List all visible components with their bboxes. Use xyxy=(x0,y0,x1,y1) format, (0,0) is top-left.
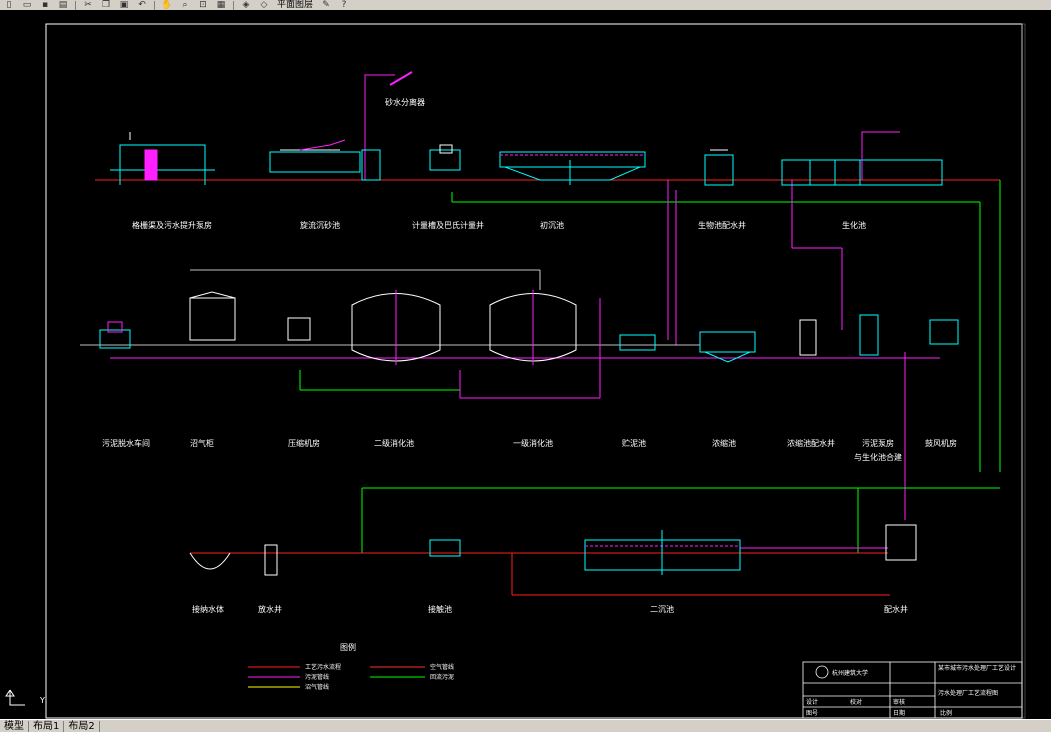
drawing-labels: 格栅渠及污水提升泵房 旋流沉砂池 计量槽及巴氏计量井 初沉池 生物池配水井 生化池 砂水分离… xyxy=(102,97,957,614)
zoom-icon[interactable]: ⌕ xyxy=(178,0,192,10)
layout-tab-1[interactable]: 布局1 xyxy=(29,721,65,732)
row2-structures xyxy=(99,290,959,365)
titleblock-school: 杭州建筑大学 xyxy=(832,669,868,677)
titleblock-project: 某市城市污水处理厂工艺设计 xyxy=(938,664,1016,672)
toolbar-separator xyxy=(75,0,76,10)
row3-label: 接纳水体 xyxy=(192,604,224,614)
titleblock-cell-date: 日期 xyxy=(893,709,905,717)
row1-label: 生物池配水井 xyxy=(698,220,746,230)
row2-label: 鼓风机房 xyxy=(925,438,957,448)
undo-icon[interactable]: ↶ xyxy=(135,0,149,10)
pan-icon[interactable]: ✋ xyxy=(160,0,174,10)
legend-item-air: 空气管线 xyxy=(430,663,454,671)
row1-label: 旋流沉砂池 xyxy=(300,220,340,230)
legend-item-sludge: 污泥管线 xyxy=(305,673,329,681)
titleblock-cell-review: 审核 xyxy=(893,698,905,706)
legend-item-gas: 沼气管线 xyxy=(305,683,329,691)
row2-label: 一级消化池 xyxy=(513,438,553,448)
row3-process-line xyxy=(190,487,1000,596)
row2-label: 污泥泵房 xyxy=(862,438,894,448)
cut-icon[interactable]: ✂ xyxy=(81,0,95,10)
row1-label: 格栅渠及污水提升泵房 xyxy=(132,220,212,230)
match-icon[interactable]: ✎ xyxy=(319,0,333,10)
layers-icon[interactable]: ◈ xyxy=(239,0,253,10)
toolbar-separator xyxy=(233,0,234,10)
row2-label: 污泥脱水车间 xyxy=(102,438,150,448)
copy-icon[interactable]: ❐ xyxy=(99,0,113,10)
titleblock-cell-design: 设计 xyxy=(806,698,818,706)
save-icon[interactable]: ▪ xyxy=(38,0,52,10)
row2-label: 浓缩池配水井 xyxy=(787,438,835,448)
row1-process-line xyxy=(95,179,1001,520)
layout-tabs-bar: 模型 布局1 布局2 xyxy=(0,719,1051,732)
row2-label: 浓缩池 xyxy=(712,438,736,448)
row2-sub-label: 与生化池合建 xyxy=(854,452,902,462)
zoom-window-icon[interactable]: ⊡ xyxy=(196,0,210,10)
layer-state-icon[interactable]: ◇ xyxy=(257,0,271,10)
row3-label: 二沉池 xyxy=(650,604,674,614)
row1-structures xyxy=(110,71,943,186)
layout-tab-0[interactable]: 模型 xyxy=(0,721,29,732)
titleblock-cell-scale: 比例 xyxy=(940,709,952,717)
properties-icon[interactable]: ▦ xyxy=(214,0,228,10)
paste-icon[interactable]: ▣ xyxy=(117,0,131,10)
row2-process-line xyxy=(80,269,940,399)
print-icon[interactable]: ▤ xyxy=(56,0,70,10)
row3-label: 接触池 xyxy=(428,604,452,614)
ucs-icon: Y xyxy=(5,689,45,706)
legend-item-return: 回流污泥 xyxy=(430,673,454,681)
row3-label: 放水井 xyxy=(258,604,282,614)
process-flow-drawing: 格栅渠及污水提升泵房 旋流沉砂池 计量槽及巴氏计量井 初沉池 生物池配水井 生化池 砂水分离… xyxy=(5,23,1026,719)
help-icon[interactable]: ? xyxy=(337,0,351,10)
layout-tab-2[interactable]: 布局2 xyxy=(64,721,100,732)
cad-drawing-canvas[interactable]: 格栅渠及污水提升泵房 旋流沉砂池 计量槽及巴氏计量井 初沉池 生物池配水井 生化池 砂水分离… xyxy=(0,10,1051,719)
open-icon[interactable]: ▭ xyxy=(20,0,34,10)
row2-label: 沼气柜 xyxy=(190,438,214,448)
titleblock-cell-check: 校对 xyxy=(850,698,862,706)
ucs-label: Y xyxy=(39,696,45,705)
layer-dropdown[interactable]: 平面图层 xyxy=(277,0,313,10)
row2-label: 压缩机房 xyxy=(288,438,320,448)
sand-separator-label: 砂水分离器 xyxy=(385,97,425,107)
titleblock-sheet: 污水处理厂工艺流程图 xyxy=(938,689,998,697)
toolbar-separator xyxy=(154,0,155,10)
row1-label: 生化池 xyxy=(842,220,866,230)
legend: 图例 工艺污水流程 污泥管线 沼气管线 空气管线 回流污泥 xyxy=(248,642,454,691)
titleblock-cell-drawing-no: 图号 xyxy=(806,710,818,717)
legend-item-sewage: 工艺污水流程 xyxy=(305,663,341,671)
new-icon[interactable]: ▯ xyxy=(2,0,16,10)
title-block: 杭州建筑大学 某市城市污水处理厂工艺设计 污水处理厂工艺流程图 设计 校对 审核… xyxy=(802,661,1023,719)
legend-title: 图例 xyxy=(340,642,356,652)
row3-label: 配水井 xyxy=(884,604,908,614)
row3-structures xyxy=(189,524,917,576)
row1-label: 计量槽及巴氏计量井 xyxy=(412,220,484,230)
row2-label: 二级消化池 xyxy=(374,438,414,448)
row2-label: 贮泥池 xyxy=(622,438,646,448)
row1-label: 初沉池 xyxy=(540,220,564,230)
